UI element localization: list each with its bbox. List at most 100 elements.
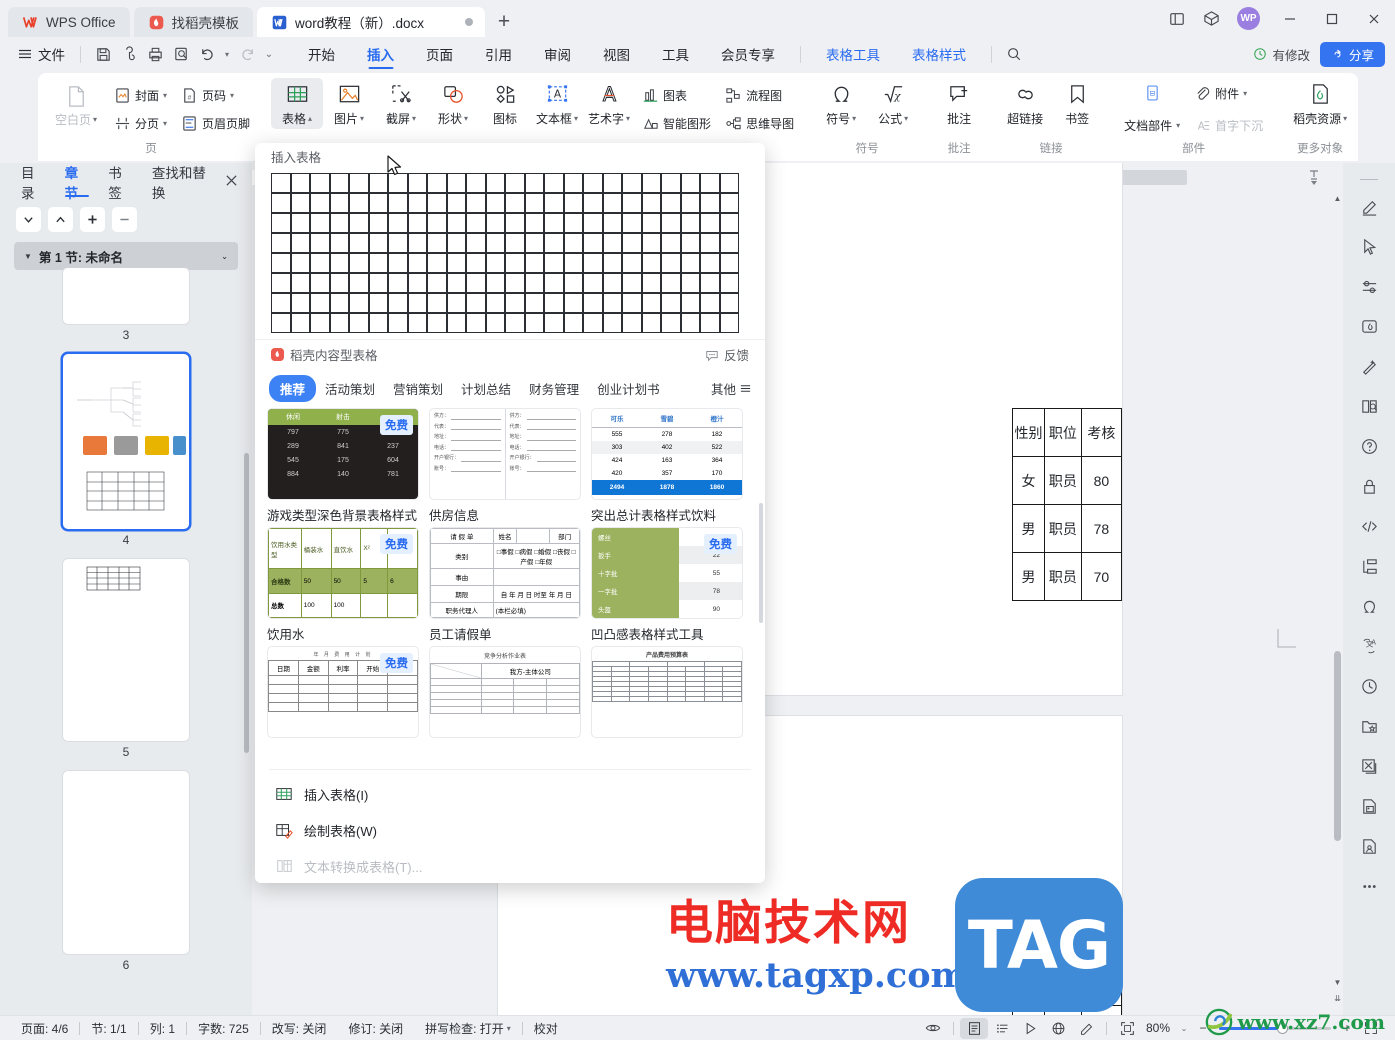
- grid-cell[interactable]: [700, 173, 720, 193]
- eye-icon[interactable]: [919, 1018, 947, 1039]
- grid-cell[interactable]: [583, 193, 603, 213]
- template-item-blue-total[interactable]: 可乐 雪碧 橙汁 555 278 182 303 402 522 424 163 364 4…: [591, 408, 743, 523]
- tab-table-tools[interactable]: 表格工具: [810, 39, 896, 69]
- grid-cell[interactable]: [602, 193, 622, 213]
- grid-cell[interactable]: [427, 213, 447, 233]
- print-preview-icon[interactable]: [168, 42, 194, 66]
- grid-cell[interactable]: [310, 313, 330, 333]
- template-thumbnail[interactable]: 请 假 单 姓名 部门 类别 □事假 □病假 □婚假 □丧假 □产假 □年假 事…: [429, 527, 581, 619]
- template-thumbnail[interactable]: 可乐 雪碧 橙汁 555 278 182 303 402 522 424 163 364 4…: [591, 408, 743, 500]
- share-button[interactable]: 分享: [1319, 41, 1385, 67]
- grid-cell[interactable]: [563, 193, 583, 213]
- more-dots-icon[interactable]: [1349, 866, 1389, 906]
- grid-cell[interactable]: [641, 233, 661, 253]
- grid-cell[interactable]: [446, 233, 466, 253]
- template-item-housing-info[interactable]: 供方： 代表： 地址： 电话： 开户银行： 账号： 供方： 代表： 地址： 电话…: [429, 408, 581, 523]
- table-cell[interactable]: 职员: [1043, 456, 1082, 505]
- undo-icon[interactable]: [194, 42, 220, 66]
- grid-cell[interactable]: [407, 173, 427, 193]
- template-thumbnail[interactable]: 免费 螺丝42 扳手22 十字批55 一字批78 头盔90: [591, 527, 743, 619]
- drop-cap-button[interactable]: A 首字下沉: [1191, 113, 1266, 137]
- template-thumbnail[interactable]: 竞争分析作业表 我方-主体公司: [429, 646, 581, 738]
- grid-cell[interactable]: [641, 253, 661, 273]
- grid-cell[interactable]: [719, 253, 739, 273]
- more-categories-button[interactable]: 其他: [711, 379, 751, 398]
- doc-parts-button[interactable]: 文档部件 ▾: [1121, 113, 1183, 137]
- grid-cell[interactable]: [407, 293, 427, 313]
- grid-cell[interactable]: [368, 253, 388, 273]
- tab-start[interactable]: 开始: [292, 39, 351, 69]
- split-view-icon[interactable]: [1160, 0, 1194, 37]
- code-icon[interactable]: [1349, 506, 1389, 546]
- table-size-grid[interactable]: [255, 167, 765, 333]
- nav-tab-sections[interactable]: 章节: [56, 163, 100, 201]
- grid-cell[interactable]: [466, 213, 486, 233]
- page-thumbnail-6[interactable]: [63, 771, 189, 954]
- grid-cell[interactable]: [583, 253, 603, 273]
- tab-financial-management[interactable]: 财务管理: [520, 375, 588, 402]
- grid-cell[interactable]: [349, 193, 369, 213]
- tab-business-plan[interactable]: 创业计划书: [588, 375, 669, 402]
- grid-cell[interactable]: [329, 193, 349, 213]
- grid-row[interactable]: [271, 293, 749, 313]
- hyperlink-button[interactable]: 超链接: [999, 78, 1051, 129]
- zoom-level-label[interactable]: 80%: [1141, 1021, 1175, 1035]
- template-panel-scrollbar[interactable]: [759, 503, 763, 623]
- grid-cell[interactable]: [680, 213, 700, 233]
- grid-cell[interactable]: [290, 233, 310, 253]
- grid-cell[interactable]: [524, 233, 544, 253]
- grid-cell[interactable]: [388, 213, 408, 233]
- status-section-info[interactable]: 节: 1/1: [80, 1020, 137, 1037]
- status-word-count[interactable]: 字数: 725: [187, 1020, 260, 1037]
- grid-cell[interactable]: [583, 213, 603, 233]
- grid-cell[interactable]: [310, 213, 330, 233]
- globe-icon[interactable]: [1044, 1018, 1072, 1039]
- pen-icon[interactable]: [1349, 186, 1389, 226]
- section-header[interactable]: ▼ 第 1 节: 未命名 ⌄: [14, 242, 238, 270]
- symbol-button[interactable]: 符号 ▾: [815, 78, 867, 129]
- doc-parts-icon-btn[interactable]: ⊟: [1121, 81, 1183, 105]
- grid-cell[interactable]: [349, 213, 369, 233]
- docer-leaf-icon[interactable]: [1349, 306, 1389, 346]
- grid-cell[interactable]: [563, 213, 583, 233]
- grid-cell[interactable]: [310, 273, 330, 293]
- grid-cell[interactable]: [680, 273, 700, 293]
- grid-cell[interactable]: [602, 213, 622, 233]
- grid-cell[interactable]: [719, 213, 739, 233]
- grid-cell[interactable]: [388, 273, 408, 293]
- grid-cell[interactable]: [602, 253, 622, 273]
- grid-cell[interactable]: [700, 213, 720, 233]
- grid-cell[interactable]: [700, 233, 720, 253]
- grid-cell[interactable]: [524, 193, 544, 213]
- template-item-green-tool[interactable]: 免费 螺丝42 扳手22 十字批55 一字批78 头盔90 凹凸感表格样式工具: [591, 527, 743, 642]
- image-doc-icon[interactable]: [1349, 786, 1389, 826]
- print-icon[interactable]: [142, 42, 168, 66]
- grid-cell[interactable]: [349, 273, 369, 293]
- draw-table-menu-item[interactable]: 绘制表格(W): [255, 812, 765, 848]
- table-cell[interactable]: 80: [1080, 456, 1123, 505]
- grid-cell[interactable]: [505, 173, 525, 193]
- document-table-upper[interactable]: 性别 职位 考核 女 职员 80 男 职员 78 男 职员 70: [1012, 408, 1123, 601]
- table-row[interactable]: 性别 职位 考核: [1012, 408, 1123, 457]
- grid-cell[interactable]: [485, 253, 505, 273]
- textbox-button[interactable]: A 文本框 ▾: [531, 78, 583, 129]
- grid-cell[interactable]: [349, 173, 369, 193]
- grid-cell[interactable]: [719, 173, 739, 193]
- grid-cell[interactable]: [310, 173, 330, 193]
- omega-icon[interactable]: [1349, 586, 1389, 626]
- grid-cell[interactable]: [388, 233, 408, 253]
- table-cell[interactable]: 职员: [1043, 504, 1082, 553]
- grid-cell[interactable]: [407, 253, 427, 273]
- grid-cell[interactable]: [505, 313, 525, 333]
- header-footer-button[interactable]: 页眉页脚: [178, 111, 253, 135]
- grid-cell[interactable]: [446, 273, 466, 293]
- grid-cell[interactable]: [700, 273, 720, 293]
- page-break-button[interactable]: 分页 ▾: [111, 111, 170, 135]
- grid-cell[interactable]: [271, 173, 291, 193]
- scrollbar-thumb[interactable]: [1334, 651, 1341, 841]
- flowchart-button[interactable]: 流程图: [722, 83, 797, 107]
- grid-cell[interactable]: [446, 193, 466, 213]
- grid-cell[interactable]: [407, 313, 427, 333]
- grid-cell[interactable]: [368, 313, 388, 333]
- grid-cell[interactable]: [641, 313, 661, 333]
